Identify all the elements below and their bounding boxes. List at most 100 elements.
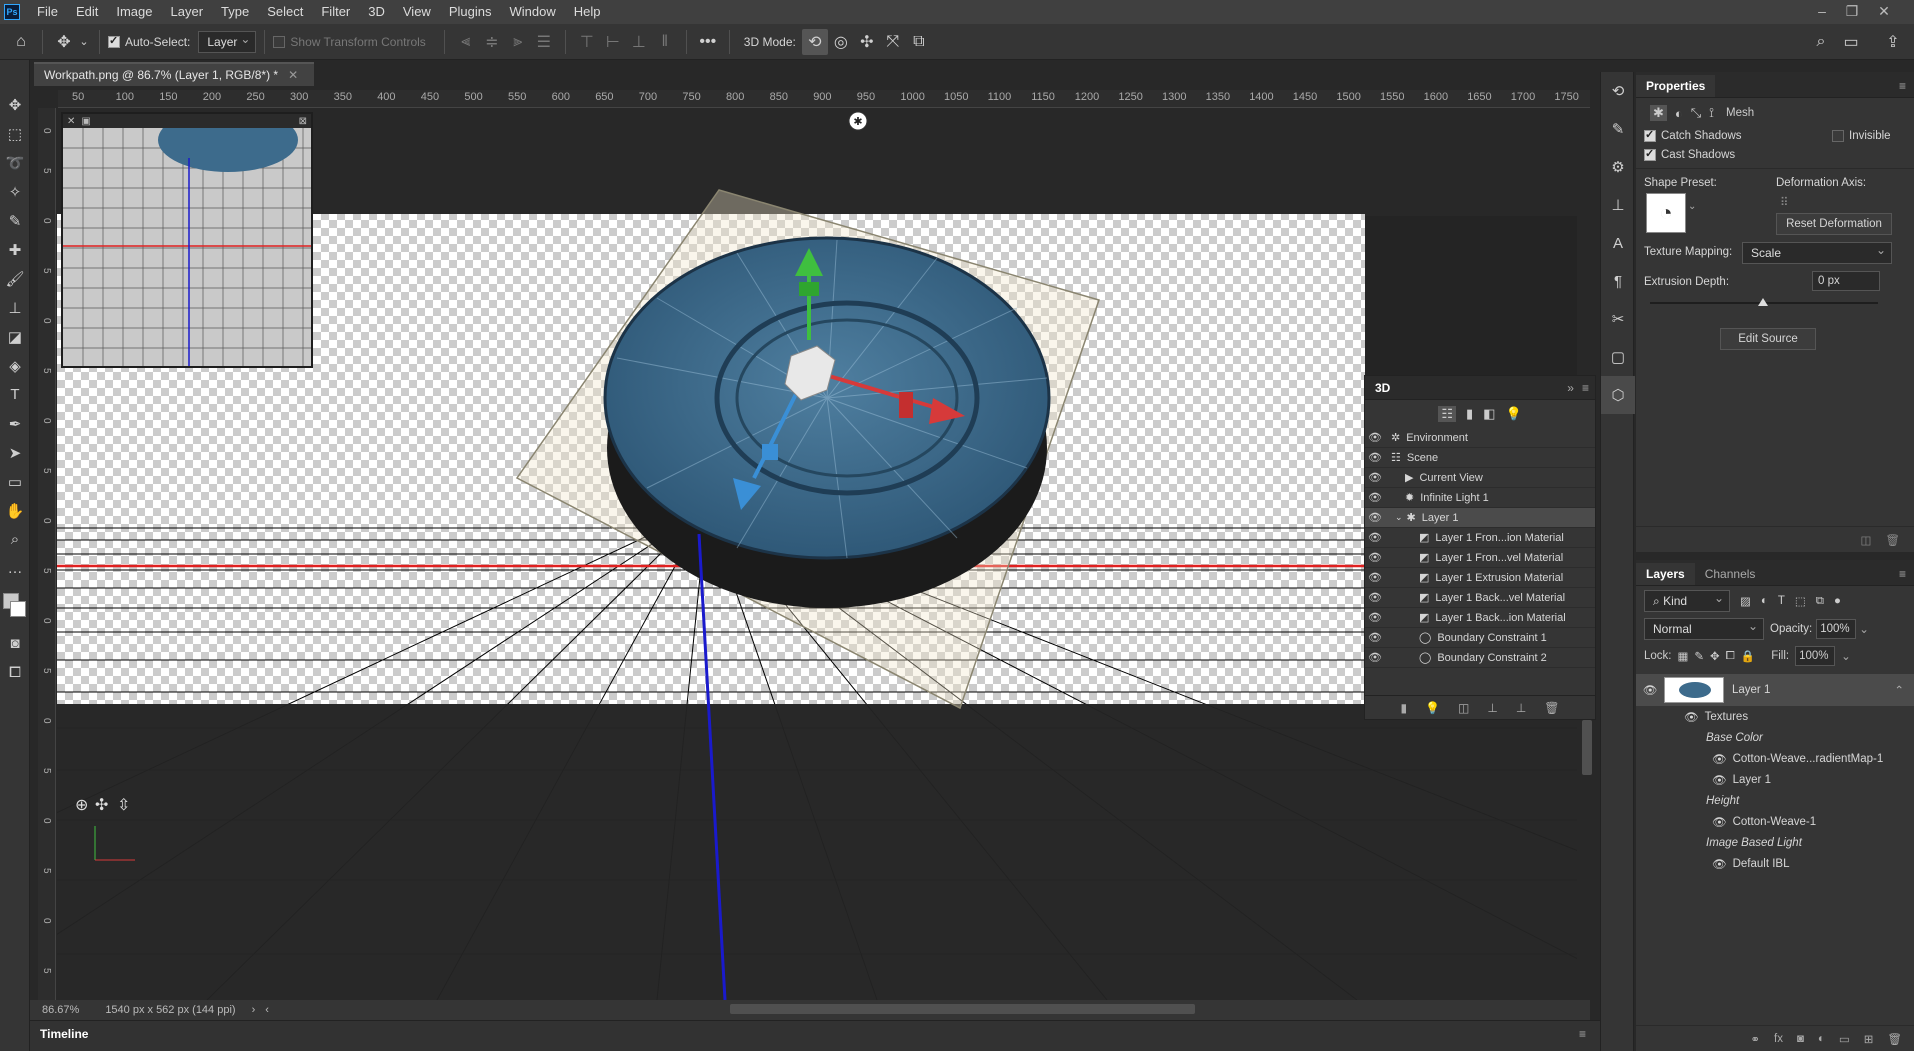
- materials-filter-icon[interactable]: ◧: [1483, 406, 1495, 422]
- eraser-tool-icon[interactable]: ◪: [0, 322, 30, 351]
- visibility-eye-icon[interactable]: 👁: [1365, 511, 1385, 524]
- texture-row[interactable]: 👁 Default IBL: [1636, 853, 1914, 874]
- delete-icon[interactable]: 🗑: [1544, 701, 1559, 715]
- tab-properties[interactable]: Properties: [1636, 75, 1716, 97]
- brush-tool-icon[interactable]: 🖌: [0, 264, 30, 293]
- auto-select-dropdown[interactable]: Layer: [198, 29, 257, 53]
- close-window-icon[interactable]: ✕: [1870, 0, 1898, 24]
- chevron-down-icon[interactable]: ⌄: [1841, 649, 1851, 663]
- visibility-eye-icon[interactable]: 👁: [1365, 451, 1385, 464]
- panel-menu-icon[interactable]: ≡: [1579, 1027, 1586, 1041]
- paragraph-icon[interactable]: ¶: [1601, 262, 1635, 300]
- smart-object-filter-icon[interactable]: ⧉: [1816, 595, 1824, 608]
- edit-source-button[interactable]: Edit Source: [1720, 328, 1816, 350]
- ground-icon[interactable]: ⊥: [1516, 701, 1526, 715]
- link-layers-icon[interactable]: ⚭: [1750, 1032, 1760, 1046]
- adjustments-icon[interactable]: ⚙: [1601, 148, 1635, 186]
- lock-position-icon[interactable]: ✥: [1710, 649, 1720, 663]
- shape-preset-thumbnail[interactable]: ◔: [1646, 193, 1686, 233]
- align-center-icon[interactable]: ≑: [479, 29, 505, 55]
- texture-row[interactable]: 👁 Cotton-Weave...radientMap-1: [1636, 748, 1914, 769]
- rectangle-tool-icon[interactable]: ▭: [0, 467, 30, 496]
- extrusion-depth-input[interactable]: 0 px: [1812, 271, 1880, 291]
- collapse-panel-icon[interactable]: »: [1567, 381, 1574, 395]
- home-icon[interactable]: ⌂: [8, 29, 34, 55]
- visibility-eye-icon[interactable]: 👁: [1365, 571, 1385, 584]
- row-material[interactable]: 👁 ◩ Layer 1 Fron...vel Material: [1365, 548, 1595, 568]
- visibility-eye-icon[interactable]: 👁: [1365, 611, 1385, 624]
- menu-view[interactable]: View: [394, 0, 440, 24]
- texture-mapping-dropdown[interactable]: Scale: [1742, 240, 1892, 264]
- add-mask-icon[interactable]: ◙: [1797, 1033, 1804, 1045]
- menu-filter[interactable]: Filter: [312, 0, 359, 24]
- align-left-icon[interactable]: ⫷: [453, 29, 479, 55]
- new-layer-icon[interactable]: ⊞: [1864, 1032, 1874, 1046]
- move-tool-icon[interactable]: ✥: [51, 29, 77, 55]
- row-material[interactable]: 👁 ◩ Layer 1 Back...vel Material: [1365, 588, 1595, 608]
- tab-layers[interactable]: Layers: [1636, 563, 1695, 585]
- lock-artboard-icon[interactable]: ⧠: [1726, 650, 1735, 663]
- invisible-checkbox[interactable]: [1832, 130, 1844, 142]
- zoom-tool-icon[interactable]: ⌕: [0, 525, 30, 554]
- row-current-view[interactable]: 👁 ▶ Current View: [1365, 468, 1595, 488]
- 3d-panel-icon[interactable]: ⬡: [1601, 376, 1635, 414]
- whole-scene-filter-icon[interactable]: ☷: [1438, 406, 1456, 422]
- visibility-eye-icon[interactable]: 👁: [1365, 491, 1385, 504]
- close-tab-icon[interactable]: ✕: [288, 68, 298, 82]
- menu-layer[interactable]: Layer: [162, 0, 213, 24]
- chevron-down-icon[interactable]: ⌄: [1859, 622, 1869, 636]
- pen-tool-icon[interactable]: ✒: [0, 409, 30, 438]
- path-selection-icon[interactable]: ➤: [0, 438, 30, 467]
- render-icon[interactable]: ◫: [1458, 701, 1469, 715]
- collapse-layer-icon[interactable]: ⌃: [1894, 683, 1904, 697]
- character-icon[interactable]: A: [1601, 224, 1635, 262]
- cast-shadows-checkbox[interactable]: [1644, 147, 1656, 161]
- slider-thumb[interactable]: [1758, 298, 1768, 306]
- move-tool-icon[interactable]: ✥: [0, 90, 30, 119]
- menu-plugins[interactable]: Plugins: [440, 0, 501, 24]
- chevron-down-icon[interactable]: ⌄: [77, 29, 91, 55]
- distribute-vertical-icon[interactable]: ‖: [652, 29, 678, 55]
- roll-3d-icon[interactable]: ◎: [828, 29, 854, 55]
- scale-3d-icon[interactable]: ⧉: [906, 29, 932, 55]
- visibility-eye-icon[interactable]: 👁: [1684, 710, 1699, 724]
- add-light-icon[interactable]: 💡: [1425, 701, 1440, 715]
- layer-row-layer1[interactable]: 👁 Layer 1 ⌃: [1636, 674, 1914, 706]
- row-scene[interactable]: 👁 ☷ Scene: [1365, 448, 1595, 468]
- texture-row[interactable]: 👁 Cotton-Weave-1: [1636, 811, 1914, 832]
- lock-transparent-icon[interactable]: ▦: [1678, 649, 1689, 663]
- visibility-eye-icon[interactable]: 👁: [1365, 591, 1385, 604]
- opacity-input[interactable]: 100%: [1816, 619, 1857, 639]
- panel-menu-icon[interactable]: ≡: [1582, 381, 1589, 395]
- fill-input[interactable]: 100%: [1795, 646, 1836, 666]
- visibility-eye-icon[interactable]: 👁: [1365, 431, 1385, 444]
- lock-all-icon[interactable]: 🔒: [1741, 649, 1755, 663]
- spot-healing-icon[interactable]: ✚: [0, 235, 30, 264]
- chevron-down-icon[interactable]: ⌄: [1688, 201, 1696, 212]
- scroll-left-icon[interactable]: ‹: [265, 1004, 269, 1016]
- menu-3d[interactable]: 3D: [359, 0, 394, 24]
- zoom-level[interactable]: 86.67%: [42, 1004, 79, 1016]
- more-tools-icon[interactable]: …: [0, 554, 30, 583]
- layer-name[interactable]: Layer 1: [1732, 684, 1770, 696]
- kind-filter-dropdown[interactable]: ⌕ Kind: [1644, 588, 1730, 612]
- texture-row[interactable]: 👁 Layer 1: [1636, 769, 1914, 790]
- filter-toggle-icon[interactable]: ●: [1834, 595, 1841, 607]
- menu-edit[interactable]: Edit: [67, 0, 107, 24]
- menu-window[interactable]: Window: [500, 0, 564, 24]
- auto-select-checkbox[interactable]: [108, 34, 120, 48]
- distribute-icon[interactable]: ☰: [531, 29, 557, 55]
- row-layer1-mesh[interactable]: 👁 ⌄ ✱ Layer 1: [1365, 508, 1595, 528]
- swap-view-icon[interactable]: ⊠: [299, 116, 307, 127]
- panel-menu-icon[interactable]: ≡: [1899, 79, 1906, 93]
- menu-help[interactable]: Help: [565, 0, 610, 24]
- row-material[interactable]: 👁 ◩ Layer 1 Back...ion Material: [1365, 608, 1595, 628]
- menu-select[interactable]: Select: [258, 0, 312, 24]
- tab-3d[interactable]: 3D: [1365, 377, 1400, 399]
- new-group-icon[interactable]: ▭: [1839, 1032, 1850, 1046]
- paint-bucket-icon[interactable]: ◈: [0, 351, 30, 380]
- visibility-eye-icon[interactable]: 👁: [1365, 531, 1385, 544]
- deformation-axis-grid-icon[interactable]: ⠿: [1780, 195, 1788, 209]
- view-options-icon[interactable]: ▣: [81, 116, 90, 127]
- close-secondary-view-icon[interactable]: ✕: [67, 116, 75, 127]
